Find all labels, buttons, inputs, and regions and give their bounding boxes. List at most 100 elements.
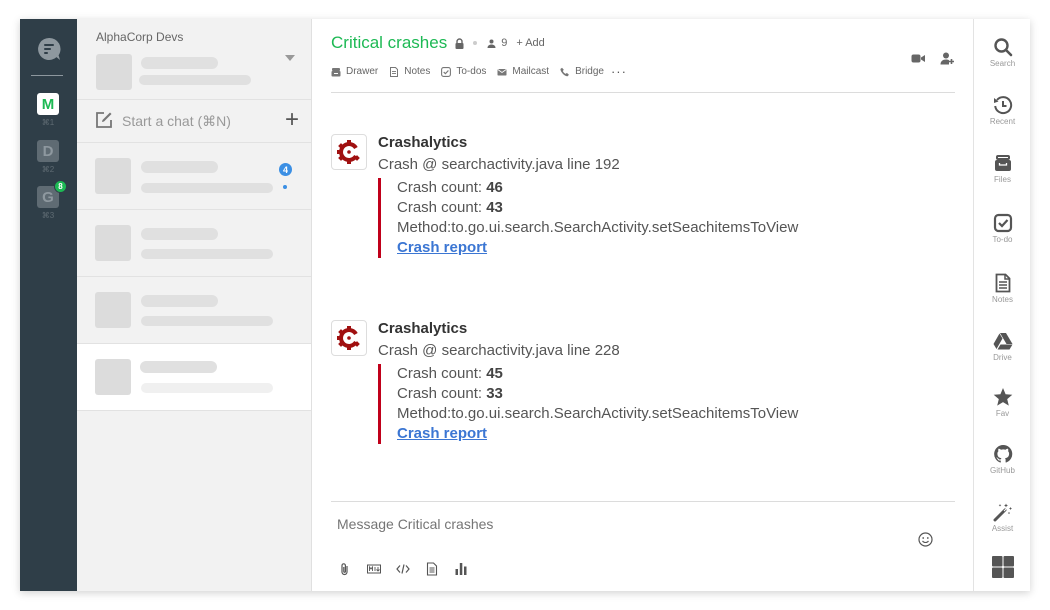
crash-count-value: 45 xyxy=(486,365,503,382)
org-letter: G xyxy=(42,188,54,206)
org-notification-badge: 8 xyxy=(54,180,67,193)
app-window: M ⌘1 D ⌘2 G 8 ⌘3 AlphaCorp Devs Start a … xyxy=(20,19,1030,591)
app-label: Notes xyxy=(992,295,1013,304)
app-drive[interactable]: Drive xyxy=(974,331,1030,362)
search-icon xyxy=(993,38,1012,57)
message-attachment: Crash count: 45 Crash count: 33 Method:t… xyxy=(378,364,798,444)
poll-icon[interactable] xyxy=(454,562,468,576)
app-logo-icon[interactable] xyxy=(37,37,61,61)
chat-list-item[interactable]: 4 xyxy=(77,143,311,210)
crash-count-row: Crash count: 33 xyxy=(397,384,798,404)
app-github[interactable]: GitHub xyxy=(974,444,1030,475)
crash-report-link[interactable]: Crash report xyxy=(397,239,487,256)
org-header[interactable]: AlphaCorp Devs xyxy=(77,19,311,100)
add-member-link[interactable]: + Add xyxy=(516,37,544,49)
drive-icon xyxy=(993,333,1012,350)
chat-list-item-selected[interactable] xyxy=(77,344,311,411)
chat-list-item[interactable] xyxy=(77,277,311,344)
crash-count-label: Crash count: xyxy=(397,365,487,382)
crashalytics-avatar[interactable] xyxy=(331,134,367,170)
app-directory[interactable] xyxy=(974,556,1030,578)
message-sender[interactable]: Crashalytics xyxy=(378,320,467,337)
chat-list-item[interactable] xyxy=(77,210,311,277)
app-label: GitHub xyxy=(990,466,1015,475)
unread-count-badge: 4 xyxy=(279,163,292,176)
emoji-icon[interactable] xyxy=(918,532,933,547)
org-switch-d[interactable]: D ⌘2 xyxy=(37,140,59,174)
chat-avatar-placeholder xyxy=(95,158,131,194)
crash-count-value: 46 xyxy=(486,179,503,196)
chat-avatar-placeholder xyxy=(95,359,131,395)
profile-name-placeholder xyxy=(141,57,218,69)
start-chat-button[interactable]: Start a chat (⌘N) + xyxy=(77,100,311,143)
org-tile[interactable]: G 8 xyxy=(37,180,67,208)
app-label: Fav xyxy=(995,409,1010,418)
app-notes[interactable]: Notes xyxy=(974,273,1030,304)
tab-label: Mailcast xyxy=(512,66,550,77)
rail-divider xyxy=(31,75,63,76)
video-call-icon[interactable] xyxy=(911,52,926,65)
app-recent[interactable]: Recent xyxy=(974,95,1030,126)
app-label: Recent xyxy=(989,117,1016,126)
app-label: Assist xyxy=(991,524,1014,533)
org-tile[interactable]: M xyxy=(37,93,59,115)
add-person-icon[interactable] xyxy=(940,52,955,65)
app-label: Search xyxy=(989,59,1016,68)
org-switch-m[interactable]: M ⌘1 xyxy=(37,93,59,127)
conversation-pane: Critical crashes 9 + Add Drawer Notes To… xyxy=(312,19,973,591)
crash-count-label: Crash count: xyxy=(397,385,487,402)
magic-wand-icon xyxy=(993,503,1012,522)
notes-icon xyxy=(995,273,1010,293)
app-files[interactable]: Files xyxy=(974,153,1030,184)
markdown-icon[interactable] xyxy=(367,562,381,576)
message-sender[interactable]: Crashalytics xyxy=(378,134,467,151)
todo-icon xyxy=(441,66,452,77)
app-assist[interactable]: Assist xyxy=(974,502,1030,533)
tab-label: Bridge xyxy=(575,66,604,77)
app-label: Files xyxy=(994,175,1011,184)
org-shortcut: ⌘3 xyxy=(41,211,55,220)
app-label: To-do xyxy=(992,235,1013,244)
tab-label: Notes xyxy=(404,66,431,77)
code-icon[interactable] xyxy=(396,562,410,576)
tab-todos[interactable]: To-dos xyxy=(441,66,486,77)
app-fav[interactable]: Fav xyxy=(974,387,1030,418)
crash-report-link[interactable]: Crash report xyxy=(397,425,487,442)
tab-drawer[interactable]: Drawer xyxy=(331,66,378,77)
crash-count-label: Crash count: xyxy=(397,179,487,196)
message-input[interactable] xyxy=(337,516,877,532)
chat-name-placeholder xyxy=(141,228,218,240)
message-composer xyxy=(331,501,955,591)
app-search[interactable]: Search xyxy=(974,37,1030,68)
tab-notes[interactable]: Notes xyxy=(389,66,430,77)
chat-name-placeholder xyxy=(141,295,218,307)
chat-avatar-placeholder xyxy=(95,292,131,328)
tab-bridge[interactable]: Bridge xyxy=(560,66,604,77)
channel-tabs: Drawer Notes To-dos Mailcast Bridge ··· xyxy=(331,65,627,78)
app-todo[interactable]: To-do xyxy=(974,213,1030,244)
history-icon xyxy=(993,96,1012,115)
app-bar: Search Recent Files To-do Notes Drive Fa… xyxy=(973,19,1030,591)
chat-preview-placeholder xyxy=(141,249,273,259)
tab-mailcast[interactable]: Mailcast xyxy=(497,66,549,77)
channel-title[interactable]: Critical crashes xyxy=(331,33,447,53)
org-name: AlphaCorp Devs xyxy=(96,30,184,44)
org-tile[interactable]: D xyxy=(37,140,59,162)
apps-grid-icon xyxy=(991,556,1014,578)
org-switch-g[interactable]: G 8 ⌘3 xyxy=(37,180,67,220)
more-options-icon[interactable]: ··· xyxy=(611,65,627,78)
compose-icon xyxy=(96,112,112,128)
message-list: Crashalytics Crash @ searchactivity.java… xyxy=(331,94,955,494)
note-icon[interactable] xyxy=(425,562,439,576)
star-icon xyxy=(993,388,1012,406)
member-count[interactable]: 9 xyxy=(501,37,507,49)
crash-method: Method:to.go.ui.search.SearchActivity.se… xyxy=(397,405,799,422)
chevron-down-icon[interactable] xyxy=(285,55,295,61)
todo-icon xyxy=(993,213,1012,233)
attachment-icon[interactable] xyxy=(338,562,352,576)
chat-preview-placeholder xyxy=(141,383,273,393)
member-icon[interactable] xyxy=(487,39,496,48)
plus-icon[interactable]: + xyxy=(285,108,299,132)
crashalytics-avatar[interactable] xyxy=(331,320,367,356)
message-text: Crash @ searchactivity.java line 228 xyxy=(378,342,620,359)
